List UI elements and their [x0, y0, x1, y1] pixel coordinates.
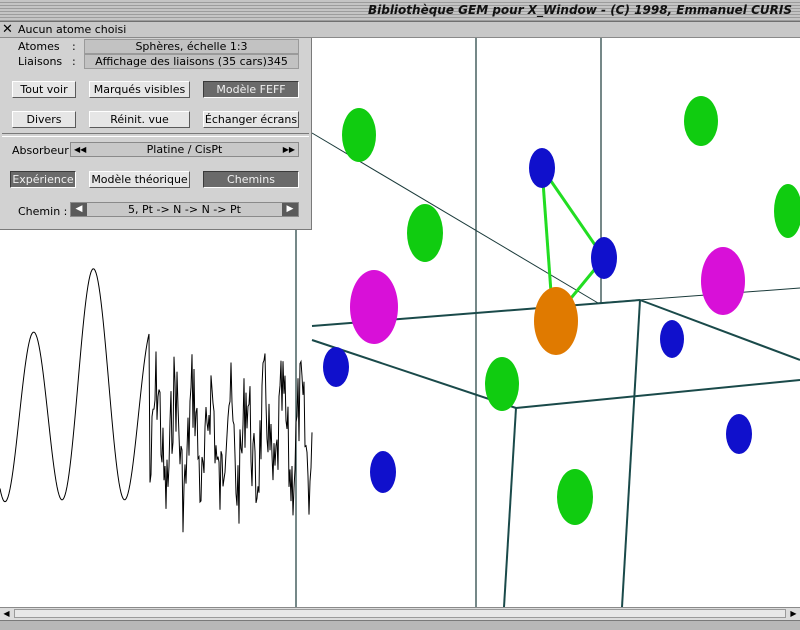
- atomes-display-field[interactable]: Sphères, échelle 1:3: [84, 39, 299, 54]
- atom-chlorine[interactable]: [350, 270, 398, 344]
- atom-nitrogen[interactable]: [323, 347, 349, 387]
- absorbeur-prev-icon[interactable]: ◀◀: [74, 143, 86, 156]
- reinit-vue-button[interactable]: Réinit. vue: [89, 111, 190, 128]
- close-icon[interactable]: ✕: [2, 22, 13, 38]
- chemin-selector[interactable]: ◀ 5, Pt -> N -> N -> Pt ▶: [70, 202, 299, 217]
- marques-visibles-button[interactable]: Marqués visibles: [89, 81, 190, 98]
- scroll-right-icon[interactable]: ▶: [788, 609, 799, 619]
- atom-nitrogen[interactable]: [660, 320, 684, 358]
- liaisons-colon: :: [72, 55, 76, 68]
- atom-nitrogen[interactable]: [591, 237, 617, 279]
- exafs-signal-plot: [0, 268, 313, 533]
- atom-nitrogen[interactable]: [370, 451, 396, 493]
- atom-carbon[interactable]: [485, 357, 519, 411]
- window-title: Bibliothèque GEM pour X_Window - (C) 199…: [367, 3, 792, 17]
- modele-theorique-button[interactable]: Modèle théorique: [89, 171, 190, 188]
- chemin-prev-icon[interactable]: ◀: [71, 203, 87, 216]
- echanger-ecrans-button[interactable]: Échanger écrans: [203, 111, 299, 128]
- atomes-label: Atomes: [18, 40, 60, 53]
- atom-carbon[interactable]: [557, 469, 593, 525]
- atom-carbon[interactable]: [342, 108, 376, 162]
- atom-spheres: [323, 96, 800, 525]
- atom-carbon[interactable]: [407, 204, 443, 262]
- atom-platinum-absorber[interactable]: [534, 287, 578, 355]
- scroll-thumb[interactable]: [14, 609, 786, 618]
- atom-carbon[interactable]: [684, 96, 718, 146]
- absorbeur-value: Platine / CisPt: [146, 143, 223, 156]
- horizontal-scrollbar[interactable]: ◀ ▶: [0, 607, 800, 620]
- atom-chlorine[interactable]: [701, 247, 745, 315]
- absorbeur-label: Absorbeur: [12, 144, 69, 157]
- modele-feff-button[interactable]: Modèle FEFF: [203, 81, 299, 98]
- atom-nitrogen[interactable]: [726, 414, 752, 454]
- bottom-bar: [0, 620, 800, 630]
- liaisons-display-field[interactable]: Affichage des liaisons (35 cars)345: [84, 54, 299, 69]
- selected-atom-status: Aucun atome choisi: [18, 23, 127, 36]
- control-panel: Atomes : Sphères, échelle 1:3 Liaisons :…: [0, 38, 312, 230]
- tout-voir-button[interactable]: Tout voir: [12, 81, 76, 98]
- panel-separator: [2, 133, 309, 137]
- liaisons-label: Liaisons: [18, 55, 63, 68]
- atomes-colon: :: [72, 40, 76, 53]
- status-bar: ✕ Aucun atome choisi: [0, 22, 800, 38]
- chemin-label: Chemin :: [18, 205, 68, 218]
- experience-button[interactable]: Expérience: [10, 171, 76, 188]
- atom-carbon[interactable]: [774, 184, 800, 238]
- divers-button[interactable]: Divers: [12, 111, 76, 128]
- absorbeur-next-icon[interactable]: ▶▶: [283, 143, 295, 156]
- absorbeur-selector[interactable]: ◀◀ Platine / CisPt ▶▶: [70, 142, 299, 157]
- chemin-next-icon[interactable]: ▶: [282, 203, 298, 216]
- scroll-left-icon[interactable]: ◀: [1, 609, 12, 619]
- title-bar[interactable]: Bibliothèque GEM pour X_Window - (C) 199…: [0, 0, 800, 22]
- atom-nitrogen[interactable]: [529, 148, 555, 188]
- chemins-button[interactable]: Chemins: [203, 171, 299, 188]
- chemin-value: 5, Pt -> N -> N -> Pt: [128, 203, 241, 216]
